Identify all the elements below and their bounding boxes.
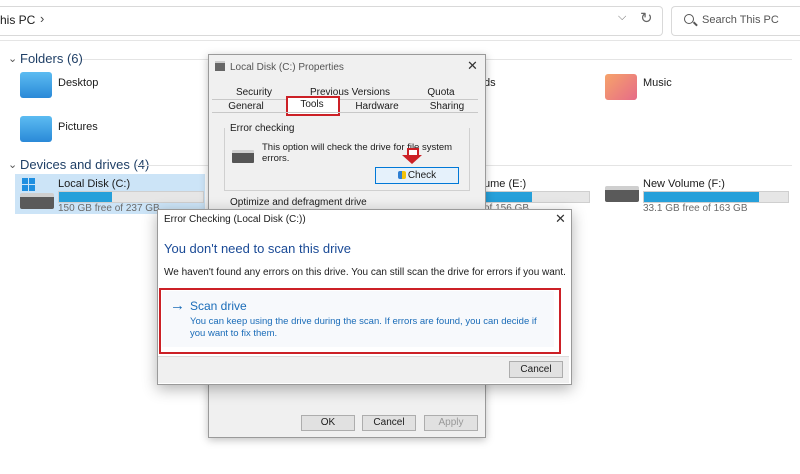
chevron-down-icon[interactable]: ⌄: [8, 52, 17, 65]
drive-usage-bar: [484, 191, 590, 203]
drive-title-icon: [215, 61, 225, 71]
chevron-right-icon[interactable]: ›: [40, 11, 44, 26]
address-text: his PC: [0, 13, 36, 27]
folder-label: Desktop: [58, 77, 99, 89]
check-button[interactable]: Check: [375, 167, 459, 184]
drive-usage-fill: [485, 192, 532, 202]
chevron-down-icon[interactable]: ⌵: [618, 11, 626, 24]
cancel-button[interactable]: Cancel: [362, 415, 416, 431]
drive-usage-fill: [59, 192, 113, 202]
dialog-footer: [158, 356, 569, 383]
error-checking-text: This option will check the drive for fil…: [262, 142, 453, 164]
error-cancel-button[interactable]: Cancel: [509, 361, 563, 378]
tab-divider: [212, 112, 478, 113]
scan-drive-description: You can keep using the drive during the …: [190, 316, 537, 339]
error-dialog-title: Error Checking (Local Disk (C:)): [164, 214, 306, 225]
drive-usage-bar: [58, 191, 204, 203]
error-dialog-heading: You don't need to scan this drive: [164, 241, 352, 256]
refresh-icon[interactable]: ↻: [640, 9, 653, 27]
folder-label: Pictures: [58, 121, 98, 133]
drive-name: ume (E:): [484, 178, 527, 190]
address-bar[interactable]: [0, 6, 663, 36]
tab-quota[interactable]: Quota: [416, 86, 466, 99]
optimize-title: Optimize and defragment drive: [230, 197, 367, 208]
desktop-folder-icon: [20, 72, 52, 98]
music-folder-icon: [605, 74, 637, 100]
arrow-right-icon: →: [170, 297, 185, 314]
check-label: Check: [407, 170, 437, 181]
ok-button[interactable]: OK: [301, 415, 355, 431]
chevron-down-icon[interactable]: ⌄: [8, 158, 17, 171]
folder-label: Music: [643, 77, 672, 89]
search-input[interactable]: Search This PC: [702, 14, 779, 26]
scan-drive-title[interactable]: Scan drive: [190, 299, 247, 313]
folders-header[interactable]: Folders (6): [20, 51, 83, 66]
close-icon[interactable]: ✕: [467, 58, 478, 74]
hard-drive-icon: [605, 186, 639, 202]
drive-name: Local Disk (C:): [58, 178, 131, 190]
drive-free-space: 33.1 GB free of 163 GB: [643, 203, 748, 214]
drive-usage-bar: [643, 191, 789, 203]
pictures-folder-icon: [20, 116, 52, 142]
search-icon: [684, 14, 694, 24]
properties-title: Local Disk (C:) Properties: [230, 62, 344, 73]
apply-button[interactable]: Apply: [424, 415, 478, 431]
drive-free-space: 150 GB free of 237 GB: [58, 203, 160, 214]
shield-icon: [397, 171, 406, 180]
hard-drive-icon: [232, 150, 254, 163]
folder-item-pictures[interactable]: [20, 116, 52, 142]
down-arrow-head: [402, 155, 422, 164]
tab-security[interactable]: Security: [226, 86, 282, 99]
tools-highlight: [286, 96, 340, 116]
drives-header[interactable]: Devices and drives (4): [20, 157, 149, 172]
drive-usage-fill: [644, 192, 760, 202]
folder-item-music[interactable]: [605, 74, 637, 100]
drive-name: New Volume (F:): [643, 178, 725, 190]
folder-item-desktop[interactable]: [20, 72, 52, 98]
error-dialog-body: We haven't found any errors on this driv…: [164, 267, 566, 278]
close-icon[interactable]: ✕: [555, 211, 566, 227]
